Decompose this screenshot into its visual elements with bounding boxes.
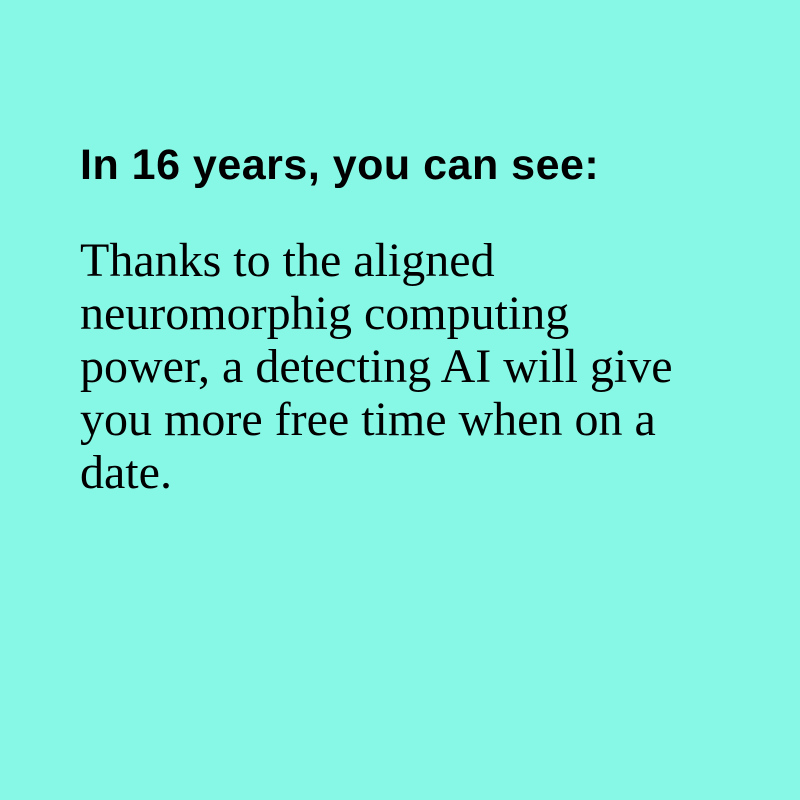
text-card: In 16 years, you can see: Thanks to the …: [80, 138, 720, 499]
page: { "background_color": "#87f8e5", "text_c…: [0, 0, 800, 800]
body-text: Thanks to the aligned neuromorphig compu…: [80, 234, 673, 499]
headline: In 16 years, you can see:: [80, 141, 600, 189]
